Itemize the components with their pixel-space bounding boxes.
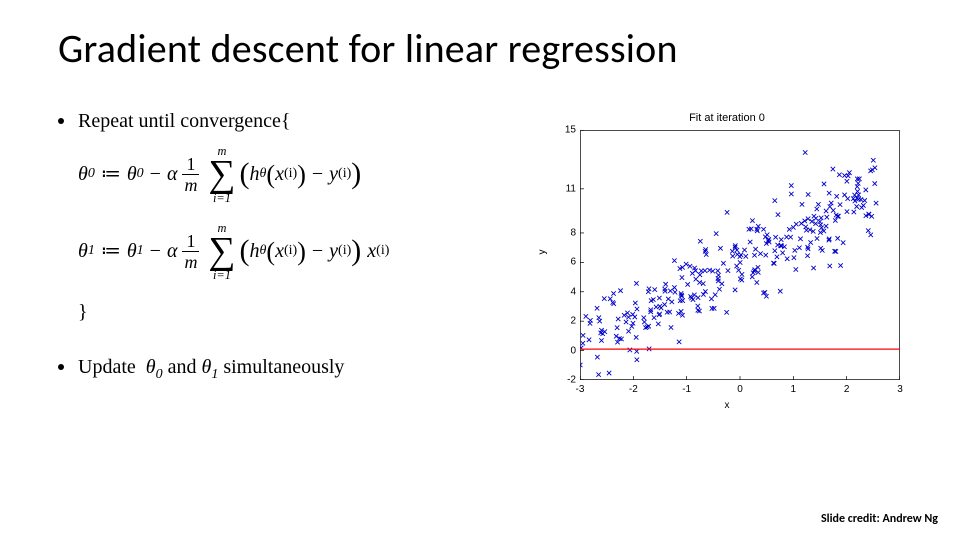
slide-credit: Slide credit: Andrew Ng: [821, 512, 938, 526]
slide: Gradient descent for linear regression R…: [0, 0, 960, 540]
chart-xtick: 1: [791, 384, 797, 395]
chart-xtick: -3: [576, 384, 585, 395]
chart-xtick: 2: [844, 384, 850, 395]
theta0-update-equation: θ0 ≔ θ0 − α 1 m m ∑ i=1 ( hθ ( x(i) ): [78, 145, 361, 204]
chart-ytick: 11: [546, 183, 576, 194]
algo-close-row: }: [58, 299, 528, 326]
chart-ytick: 8: [546, 227, 576, 238]
chart-ylabel: y: [537, 250, 548, 255]
slide-title: Gradient descent for linear regression: [58, 24, 678, 73]
chart-xtick: 0: [737, 384, 743, 395]
frac-1-over-m: 1 m: [180, 232, 201, 271]
chart-ytick: 0: [546, 345, 576, 356]
algo-theta0-row: θ0 ≔ θ0 − α 1 m m ∑ i=1 ( hθ ( x(i) ): [58, 145, 528, 204]
chart-xtick: 3: [897, 384, 903, 395]
summation-icon: m ∑ i=1: [208, 222, 235, 281]
chart-ytick: 6: [546, 257, 576, 268]
chart-xtick: -2: [629, 384, 638, 395]
chart-ytick: 15: [546, 125, 576, 136]
chart-xtick: -1: [682, 384, 691, 395]
chart-xlabel: x: [538, 400, 916, 411]
algorithm-block: Repeat until convergence{ θ0 ≔ θ0 − α 1 …: [58, 108, 528, 391]
chart-title: Fit at iteration 0: [538, 112, 916, 124]
algo-update-text: Update θ0 and θ1 simultaneously: [78, 354, 344, 385]
scatter-plot: [580, 130, 900, 380]
bullet-icon: [58, 118, 64, 124]
algo-update-row: Update θ0 and θ1 simultaneously: [58, 354, 528, 385]
chart-plot-area: [580, 130, 900, 380]
fit-chart: Fit at iteration 0 y x -2024681115-3-2-1…: [538, 112, 916, 414]
algo-repeat-row: Repeat until convergence{: [58, 108, 528, 135]
chart-ytick: -2: [546, 375, 576, 386]
summation-icon: m ∑ i=1: [208, 145, 235, 204]
algo-repeat-text: Repeat until convergence{: [78, 108, 290, 135]
frac-1-over-m: 1 m: [180, 155, 201, 194]
bullet-icon: [58, 364, 64, 370]
chart-ytick: 4: [546, 286, 576, 297]
algo-theta1-row: θ1 ≔ θ1 − α 1 m m ∑ i=1 ( hθ ( x(i) ): [58, 222, 528, 281]
theta1-update-equation: θ1 ≔ θ1 − α 1 m m ∑ i=1 ( hθ ( x(i) ): [78, 222, 389, 281]
chart-ytick: 2: [546, 316, 576, 327]
